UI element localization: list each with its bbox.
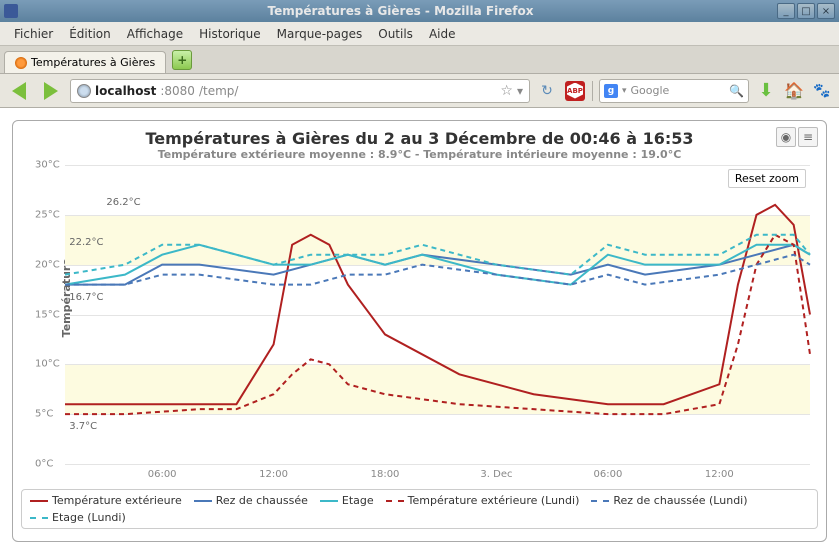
reset-zoom-button[interactable]: Reset zoom xyxy=(728,169,806,188)
adblock-button[interactable] xyxy=(564,80,586,102)
bookmark-star-icon[interactable]: ☆ xyxy=(500,83,513,99)
addon-button[interactable]: 🐾 xyxy=(811,80,833,102)
xtick-label: 12:00 xyxy=(259,469,288,480)
menu-file[interactable]: Fichier xyxy=(6,25,61,43)
minimize-button[interactable]: _ xyxy=(777,3,795,19)
app-icon xyxy=(4,4,18,18)
xtick-label: 3. Dec xyxy=(480,469,512,480)
favicon-icon xyxy=(15,57,27,69)
xtick-label: 12:00 xyxy=(705,469,734,480)
google-icon: g xyxy=(604,84,618,98)
ytick-label: 30°C xyxy=(35,160,60,171)
menu-view[interactable]: Affichage xyxy=(119,25,191,43)
nav-toolbar: localhost:8080/temp/ ☆ ▾ ↻ g ▾ Google 🔍 … xyxy=(0,74,839,108)
legend-item[interactable]: Température extérieure xyxy=(30,494,182,507)
maximize-button[interactable]: □ xyxy=(797,3,815,19)
reload-button[interactable]: ↻ xyxy=(536,80,558,102)
ytick-label: 0°C xyxy=(35,459,53,470)
home-button[interactable]: 🏠 xyxy=(783,80,805,102)
chart-title: Températures à Gières du 2 au 3 Décembre… xyxy=(21,129,818,148)
close-button[interactable]: × xyxy=(817,3,835,19)
xtick-label: 06:00 xyxy=(148,469,177,480)
globe-icon xyxy=(77,84,91,98)
tab-bar: Températures à Gières + xyxy=(0,46,839,74)
url-bar[interactable]: localhost :8080/temp/ ☆ ▾ xyxy=(70,79,530,103)
url-path: /temp/ xyxy=(199,84,238,98)
url-port: :8080 xyxy=(160,84,195,98)
legend-item[interactable]: Rez de chaussée xyxy=(194,494,308,507)
dropdown-icon[interactable]: ▾ xyxy=(517,84,523,98)
legend-item[interactable]: Etage xyxy=(320,494,374,507)
legend-item[interactable]: Etage (Lundi) xyxy=(30,511,126,524)
tab-label: Températures à Gières xyxy=(31,56,155,69)
legend-swatch xyxy=(194,500,212,502)
legend-swatch xyxy=(320,500,338,502)
arrow-left-icon xyxy=(12,82,26,100)
abp-icon xyxy=(565,81,585,101)
xtick-label: 18:00 xyxy=(371,469,400,480)
separator xyxy=(592,81,593,101)
new-tab-button[interactable]: + xyxy=(172,50,192,70)
search-dropdown-icon[interactable]: ▾ xyxy=(622,86,627,96)
url-host: localhost xyxy=(95,84,156,98)
menu-bar: Fichier Édition Affichage Historique Mar… xyxy=(0,22,839,46)
chart-legend: Température extérieure Rez de chaussée E… xyxy=(21,489,818,529)
ytick-label: 10°C xyxy=(35,359,60,370)
menu-bookmarks[interactable]: Marque-pages xyxy=(269,25,371,43)
forward-button[interactable] xyxy=(38,78,64,104)
browser-tab[interactable]: Températures à Gières xyxy=(4,51,166,73)
legend-swatch xyxy=(30,517,48,519)
chart-subtitle: Température extérieure moyenne : 8.9°C -… xyxy=(21,148,818,161)
ytick-label: 15°C xyxy=(35,309,60,320)
menu-history[interactable]: Historique xyxy=(191,25,269,43)
window-titlebar: Températures à Gières - Mozilla Firefox … xyxy=(0,0,839,22)
arrow-right-icon xyxy=(44,82,58,100)
menu-tools[interactable]: Outils xyxy=(370,25,421,43)
back-button[interactable] xyxy=(6,78,32,104)
chart-menu-button[interactable]: ≡ xyxy=(798,127,818,147)
search-placeholder: Google xyxy=(631,84,726,97)
ytick-label: 5°C xyxy=(35,409,53,420)
chart-type-button[interactable]: ◉ xyxy=(776,127,796,147)
page-content: ◉ ≡ Températures à Gières du 2 au 3 Déce… xyxy=(0,108,839,554)
legend-swatch xyxy=(30,500,48,502)
menu-help[interactable]: Aide xyxy=(421,25,464,43)
search-icon[interactable]: 🔍 xyxy=(729,84,744,98)
search-bar[interactable]: g ▾ Google 🔍 xyxy=(599,79,749,103)
chart-container: ◉ ≡ Températures à Gières du 2 au 3 Déce… xyxy=(12,120,827,542)
legend-swatch xyxy=(591,500,609,502)
ytick-label: 25°C xyxy=(35,209,60,220)
legend-item[interactable]: Rez de chaussée (Lundi) xyxy=(591,494,747,507)
legend-swatch xyxy=(386,500,404,502)
xtick-label: 06:00 xyxy=(593,469,622,480)
downloads-button[interactable]: ⬇ xyxy=(755,80,777,102)
menu-edit[interactable]: Édition xyxy=(61,25,119,43)
ytick-label: 20°C xyxy=(35,259,60,270)
window-title: Températures à Gières - Mozilla Firefox xyxy=(24,4,777,18)
chart-plot-area[interactable]: Température 0°C5°C10°C15°C20°C25°C30°C06… xyxy=(65,165,810,465)
chart-series xyxy=(65,165,810,464)
legend-item[interactable]: Température extérieure (Lundi) xyxy=(386,494,580,507)
